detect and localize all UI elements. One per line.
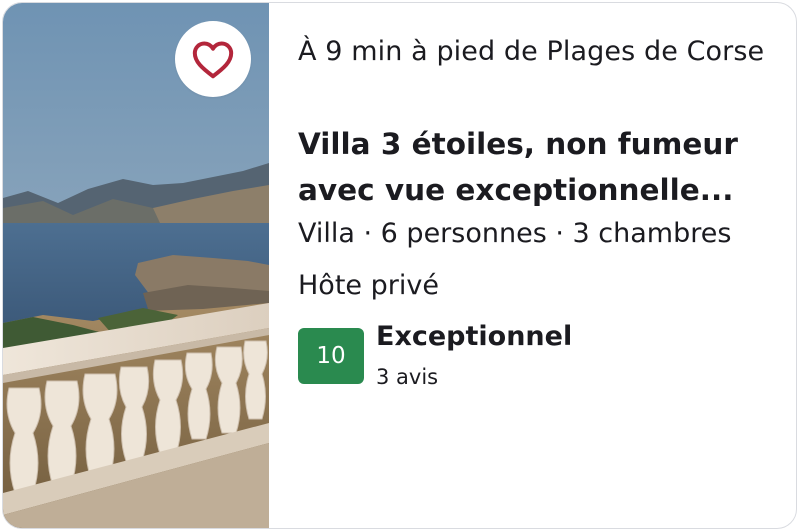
review-count: 3 avis	[376, 365, 439, 389]
favorite-button[interactable]	[175, 21, 251, 97]
rating-score-badge: 10	[298, 328, 364, 384]
listing-details: Villa · 6 personnes · 3 chambres	[298, 218, 732, 249]
rating-label: Exceptionnel	[376, 321, 573, 352]
listing-title[interactable]: Villa 3 étoiles, non fumeur avec vue exc…	[298, 121, 778, 213]
heart-outline-icon	[192, 41, 234, 79]
property-photo[interactable]	[3, 3, 269, 528]
distance-text: À 9 min à pied de Plages de Corse	[298, 36, 765, 67]
host-type: Hôte privé	[298, 270, 439, 301]
property-card[interactable]: À 9 min à pied de Plages de Corse Villa …	[2, 2, 797, 529]
